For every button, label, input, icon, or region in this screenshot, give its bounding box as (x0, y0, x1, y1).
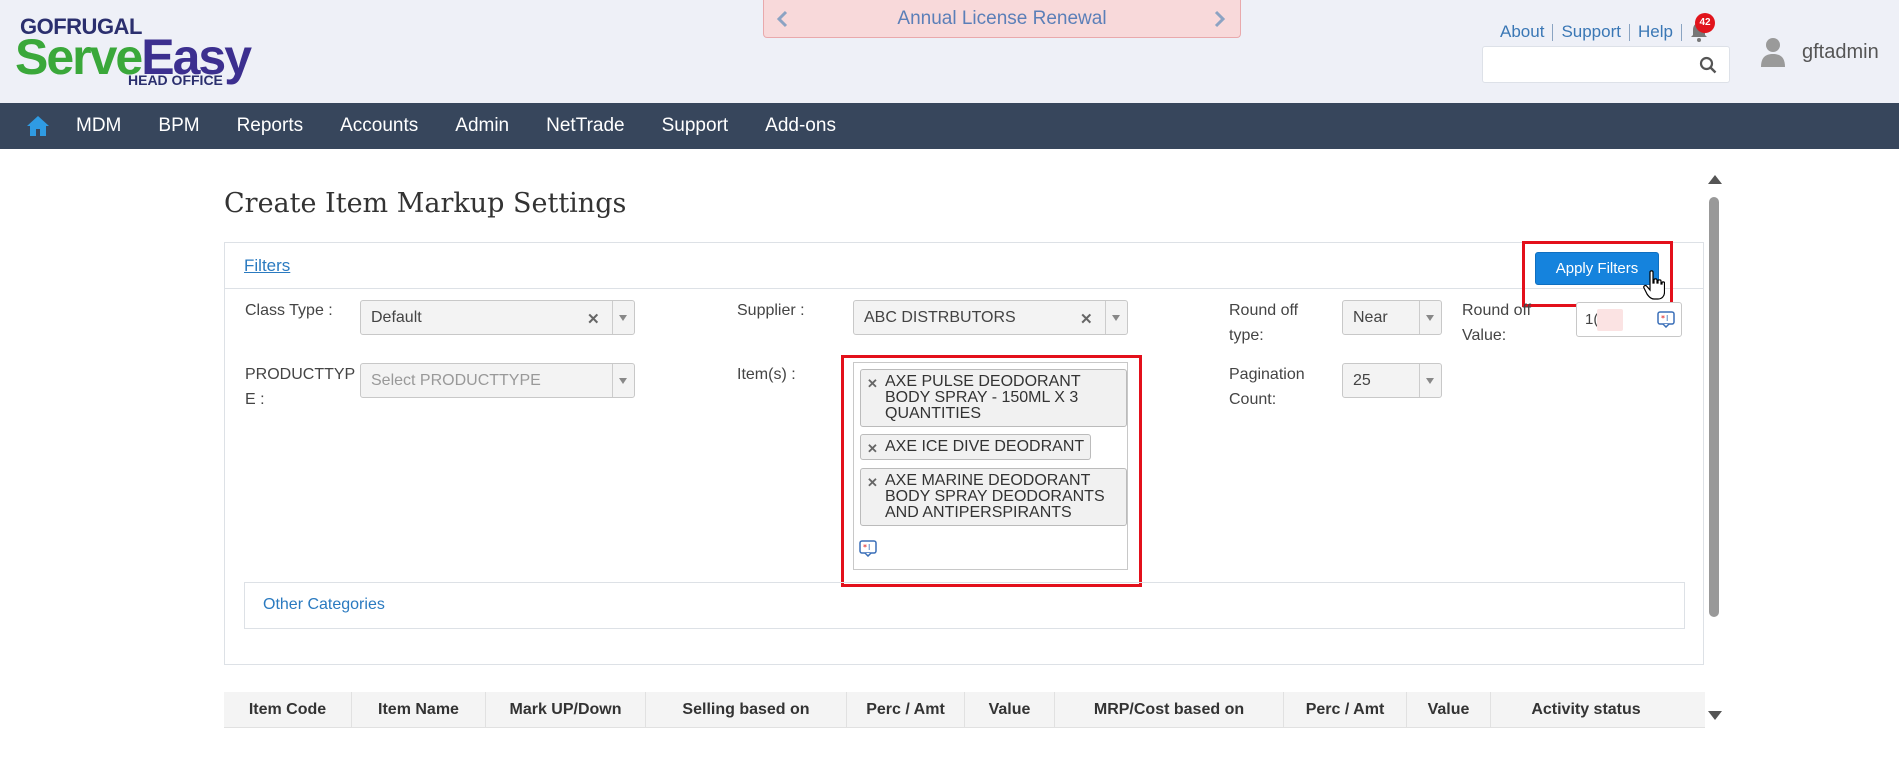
round-off-value-label: Round off Value: (1462, 302, 1532, 344)
chevron-down-icon (1426, 378, 1434, 384)
dropdown-toggle[interactable] (1419, 301, 1441, 334)
notification-count-badge[interactable]: 42 (1695, 13, 1715, 33)
about-link[interactable]: About (1492, 22, 1552, 42)
other-categories-link[interactable]: Other Categories (263, 596, 385, 614)
nav-item-admin[interactable]: Admin (455, 115, 509, 137)
class-type-select[interactable]: Default ✕ (360, 300, 635, 335)
clear-icon[interactable]: ✕ (587, 310, 600, 328)
round-off-value-input[interactable]: 1( * I (1576, 302, 1682, 337)
nav-item-bpm[interactable]: BPM (158, 115, 199, 137)
search-icon[interactable] (1699, 56, 1717, 74)
virtual-keyboard-icon[interactable]: * I (1657, 310, 1675, 329)
global-search[interactable] (1482, 46, 1730, 83)
producttype-label: PRODUCTTYPE : (245, 366, 356, 408)
column-header[interactable]: Perc / Amt (847, 692, 965, 728)
chevron-right-icon[interactable] (1214, 10, 1228, 28)
chevron-down-icon (1426, 315, 1434, 321)
scroll-down-icon[interactable] (1708, 711, 1722, 720)
app-header: GOFRUGAL ServeEasy HEAD OFFICE Annual Li… (0, 0, 1899, 103)
license-banner-text[interactable]: Annual License Renewal (897, 8, 1106, 30)
column-header[interactable]: MRP/Cost based on (1055, 692, 1284, 728)
column-header[interactable]: Mark UP/Down (486, 692, 646, 728)
column-header[interactable]: Activity status (1491, 692, 1681, 728)
nav-item-add-ons[interactable]: Add-ons (765, 115, 836, 137)
help-link[interactable]: Help (1630, 22, 1681, 42)
filters-panel-header: Filters (225, 243, 1703, 289)
main-navbar: MDM BPM Reports Accounts Admin NetTrade … (0, 103, 1899, 149)
scroll-up-icon[interactable] (1708, 175, 1722, 184)
round-off-type-value: Near (1353, 309, 1388, 326)
dropdown-toggle[interactable] (1105, 301, 1127, 334)
other-categories-section[interactable]: Other Categories (244, 582, 1685, 629)
dropdown-toggle[interactable] (612, 364, 634, 397)
clear-icon[interactable]: ✕ (1080, 310, 1093, 328)
hand-cursor-icon (1643, 270, 1666, 300)
user-menu[interactable]: gftadmin (1760, 36, 1879, 68)
redacted-mask (1597, 309, 1623, 331)
items-label: Item(s) : (737, 366, 796, 383)
column-header[interactable]: Selling based on (646, 692, 847, 728)
license-renewal-banner[interactable]: Annual License Renewal (763, 0, 1241, 38)
nav-item-support[interactable]: Support (662, 115, 729, 137)
scrollbar-thumb[interactable] (1709, 197, 1719, 617)
username[interactable]: gftadmin (1802, 41, 1879, 64)
markup-table-header: Item Code Item Name Mark UP/Down Selling… (224, 692, 1705, 728)
class-type-label: Class Type : (245, 302, 333, 319)
page-title: Create Item Markup Settings (224, 188, 627, 219)
svg-text:I: I (1666, 314, 1668, 323)
nav-item-nettrade[interactable]: NetTrade (546, 115, 625, 137)
items-highlight (841, 355, 1142, 587)
filters-toggle-link[interactable]: Filters (244, 256, 290, 276)
supplier-value: ABC DISTRBUTORS (864, 309, 1016, 326)
user-avatar-icon (1760, 36, 1786, 68)
chevron-left-icon[interactable] (776, 10, 790, 28)
producttype-select[interactable]: Select PRODUCTTYPE (360, 363, 635, 398)
column-header[interactable]: Value (965, 692, 1055, 728)
round-off-type-select[interactable]: Near (1342, 300, 1442, 335)
logo-serve-text: Serve (15, 29, 143, 85)
column-header[interactable]: Item Name (352, 692, 486, 728)
svg-text:*: * (1661, 314, 1665, 323)
link-divider (1680, 23, 1682, 41)
column-header[interactable]: Value (1407, 692, 1491, 728)
chevron-down-icon (1112, 315, 1120, 321)
top-links: About Support Help (1492, 22, 1710, 42)
pagination-count-value: 25 (1353, 372, 1371, 389)
chevron-down-icon (619, 315, 627, 321)
nav-item-accounts[interactable]: Accounts (340, 115, 418, 137)
home-icon[interactable] (26, 115, 50, 137)
support-link[interactable]: Support (1553, 22, 1629, 42)
column-header[interactable]: Perc / Amt (1284, 692, 1407, 728)
supplier-label: Supplier : (737, 302, 805, 319)
producttype-placeholder: Select PRODUCTTYPE (371, 372, 541, 389)
pagination-count-select[interactable]: 25 (1342, 363, 1442, 398)
pagination-count-label: Pagination Count: (1229, 366, 1305, 408)
chevron-down-icon (619, 378, 627, 384)
column-header[interactable]: Item Code (224, 692, 352, 728)
class-type-value: Default (371, 309, 422, 326)
search-input[interactable] (1483, 47, 1693, 82)
dropdown-toggle[interactable] (1419, 364, 1441, 397)
dropdown-toggle[interactable] (612, 301, 634, 334)
supplier-select[interactable]: ABC DISTRBUTORS ✕ (853, 300, 1128, 335)
logo-head-office-text: HEAD OFFICE (128, 72, 223, 88)
round-off-type-label: Round off type: (1229, 302, 1299, 344)
nav-item-reports[interactable]: Reports (237, 115, 304, 137)
page-scrollbar[interactable] (1704, 175, 1724, 725)
nav-item-mdm[interactable]: MDM (76, 115, 121, 137)
serveeasy-logo[interactable]: GOFRUGAL ServeEasy HEAD OFFICE (15, 14, 265, 90)
